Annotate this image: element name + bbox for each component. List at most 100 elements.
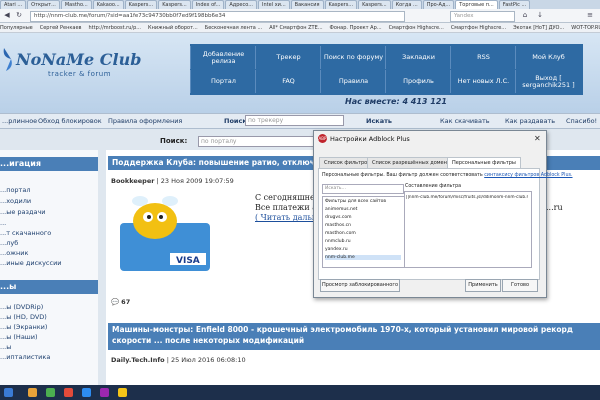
sidebar-item[interactable]: ...ходили [0, 197, 31, 205]
bookmark-item[interactable]: Сергей Ренкаев [40, 24, 82, 32]
site-list-item[interactable]: drugvs.com [325, 215, 351, 220]
portal-search-input[interactable]: по порталу [198, 136, 322, 147]
browser-tab[interactable]: Адресо... [225, 0, 258, 9]
browser-tab[interactable]: Открыт... [27, 0, 60, 9]
browser-tab[interactable]: Index of... [191, 0, 225, 9]
close-icon[interactable]: ✕ [534, 134, 541, 143]
sidebar-heading-categories: ...ы [0, 280, 98, 294]
reload-icon[interactable]: ↻ [14, 11, 24, 20]
sidebar-item[interactable]: ...т скачанного [0, 229, 51, 237]
taskbar-app-icon[interactable] [82, 388, 91, 397]
taskbar-app-icon[interactable] [100, 388, 109, 397]
tracker-search-button[interactable]: Искать [366, 117, 392, 125]
sidebar-item[interactable]: ...ы (DVDRip) [0, 303, 43, 311]
bookmark-item[interactable]: Бесконечная лента ... [205, 24, 262, 32]
subnav-thanks[interactable]: Спасибо! [566, 117, 597, 125]
bookmark-item[interactable]: Экотак [НоТ] ДУО... [513, 24, 564, 32]
browser-tab[interactable]: Mastho... [60, 0, 92, 9]
sidebar-item[interactable]: ...луб [0, 239, 18, 247]
browser-tab[interactable]: Kaspers... [158, 0, 191, 9]
nav-my-club[interactable]: Мой Клуб [515, 46, 581, 69]
sidebar-item[interactable]: ...ипталистика [0, 353, 50, 361]
browser-tab[interactable]: Вакансия [290, 0, 324, 9]
site-list-item[interactable]: nnmclub.ru [325, 239, 351, 244]
apply-button[interactable]: Применить [465, 279, 501, 292]
nav-profile[interactable]: Профиль [385, 70, 451, 93]
subnav-release-rules[interactable]: Правила оформления [108, 117, 182, 125]
comments-count[interactable]: 💬 67 [111, 298, 130, 306]
news-author[interactable]: Daily.Tech.Info [111, 356, 165, 364]
browser-tab[interactable]: Kaspers... [124, 0, 158, 9]
news-title[interactable]: Машины-монстры: Enfield 8000 - крошечный… [108, 323, 600, 350]
browser-tab[interactable]: Intel хи... [258, 0, 290, 9]
browser-tab[interactable]: Про-Ад... [422, 0, 455, 9]
sidebar-item[interactable]: ...ые раздачи [0, 208, 46, 216]
site-list-item[interactable]: yandex.ru [325, 247, 348, 252]
sidebar-item[interactable]: ...портал [0, 186, 30, 194]
nav-rules[interactable]: Правила [320, 70, 386, 93]
rule-text[interactable]: ||nnm-club.me/forum/misc/fruits.jsl/ddim… [406, 195, 528, 200]
nav-private-messages[interactable]: Нет новых Л.С. [450, 70, 516, 93]
tracker-search-input[interactable]: по трекеру [245, 115, 344, 126]
site-logo[interactable]: NoNaMe Club [16, 50, 141, 69]
nav-add-release[interactable]: Добавление релиза [190, 46, 256, 69]
start-icon[interactable] [4, 388, 13, 397]
view-blocked-button[interactable]: Просмотр заблокированного [320, 279, 400, 292]
subnav-how-seed[interactable]: Как раздавать [505, 117, 555, 125]
bookmark-item[interactable]: Популярные [0, 24, 33, 32]
nav-forum-search[interactable]: Поиск по форуму [320, 46, 386, 69]
portal-search-label: Поиск: [160, 137, 188, 145]
taskbar-app-icon[interactable] [46, 388, 55, 397]
browser-tab[interactable]: Когда ... [391, 0, 422, 9]
site-list-item[interactable]: Фильтры для всех сайтов [325, 199, 386, 204]
taskbar-app-icon[interactable] [118, 388, 127, 397]
sidebar-item[interactable]: ...иные дискуссии [0, 259, 62, 267]
browser-tab[interactable]: Торговые п... [455, 0, 498, 9]
nav-bookmarks[interactable]: Закладки [385, 46, 451, 69]
home-icon[interactable]: ⌂ [520, 11, 530, 20]
sidebar-item[interactable]: ...ы (Наши) [0, 333, 38, 341]
browser-tab[interactable]: Atari ... [0, 0, 27, 9]
browser-tab[interactable]: Kaspers... [358, 0, 391, 9]
bookmark-item[interactable]: Книжный оборот... [148, 24, 198, 32]
filter-syntax-link[interactable]: синтаксису фильтров Adblock Plus. [484, 173, 572, 178]
bookmark-item[interactable]: All* Смартфон ZTE... [269, 24, 322, 32]
done-button[interactable]: Готово [502, 279, 538, 292]
nav-logout[interactable]: Выход [ serganchik251 ] [515, 70, 581, 93]
sidebar-item[interactable]: ...ожник [0, 249, 28, 257]
bookmark-item[interactable]: http://mrboost.ru/p... [88, 24, 141, 32]
subnav-link[interactable]: ...рлинное [2, 117, 37, 125]
bookmark-item[interactable]: Смартфон Highscre... [451, 24, 506, 32]
subnav-how-download[interactable]: Как скачивать [440, 117, 490, 125]
bookmark-item[interactable]: WOT-TOP.RU офиц... [571, 24, 600, 32]
nav-rss[interactable]: RSS [450, 46, 516, 69]
browser-tab[interactable]: FastPic ... [498, 0, 531, 9]
site-list-item[interactable]: animemus.net [325, 207, 357, 212]
sidebar-item[interactable]: ...ы (Экранки) [0, 323, 47, 331]
site-list-item[interactable]: masthos.cn [325, 223, 351, 228]
nav-tracker[interactable]: Трекер [255, 46, 321, 69]
sidebar-item[interactable]: ... [0, 219, 6, 227]
bookmark-item[interactable]: Смартфон Highscre... [389, 24, 444, 32]
subnav-bypass-blocks[interactable]: Обход блокировок [38, 117, 102, 125]
nav-portal[interactable]: Портал [190, 70, 256, 93]
back-icon[interactable]: ◀ [2, 11, 12, 20]
news-author[interactable]: Bookkeeper [111, 177, 154, 185]
filter-search-input[interactable]: Искать... [322, 184, 404, 194]
rule-editor[interactable] [404, 191, 532, 268]
taskbar-app-icon[interactable] [64, 388, 73, 397]
bookmark-item[interactable]: Фонар. Проект Ар... [330, 24, 382, 32]
address-bar[interactable]: http://nnm-club.me/forum/?sid=aa1fe73c94… [30, 11, 405, 22]
browser-tab[interactable]: Kaspers... [324, 0, 358, 9]
taskbar-app-icon[interactable] [28, 388, 37, 397]
browser-tab[interactable]: Kakaoo... [92, 0, 124, 9]
download-icon[interactable]: ↓ [535, 11, 545, 20]
menu-icon[interactable]: ≡ [585, 11, 595, 20]
browser-search-input[interactable]: Yandex [450, 11, 515, 22]
sidebar-item[interactable]: ...ы (HD, DVD) [0, 313, 47, 321]
site-list-item-selected[interactable]: nnm-club.me [325, 255, 401, 260]
browser-tab-strip: Atari ... Открыт... Mastho... Kakaoo... Kasp… [0, 0, 600, 9]
site-list-item[interactable]: masthon.com [325, 231, 356, 236]
nav-faq[interactable]: FAQ [255, 70, 321, 93]
sidebar-item[interactable]: ...ы [0, 343, 11, 351]
